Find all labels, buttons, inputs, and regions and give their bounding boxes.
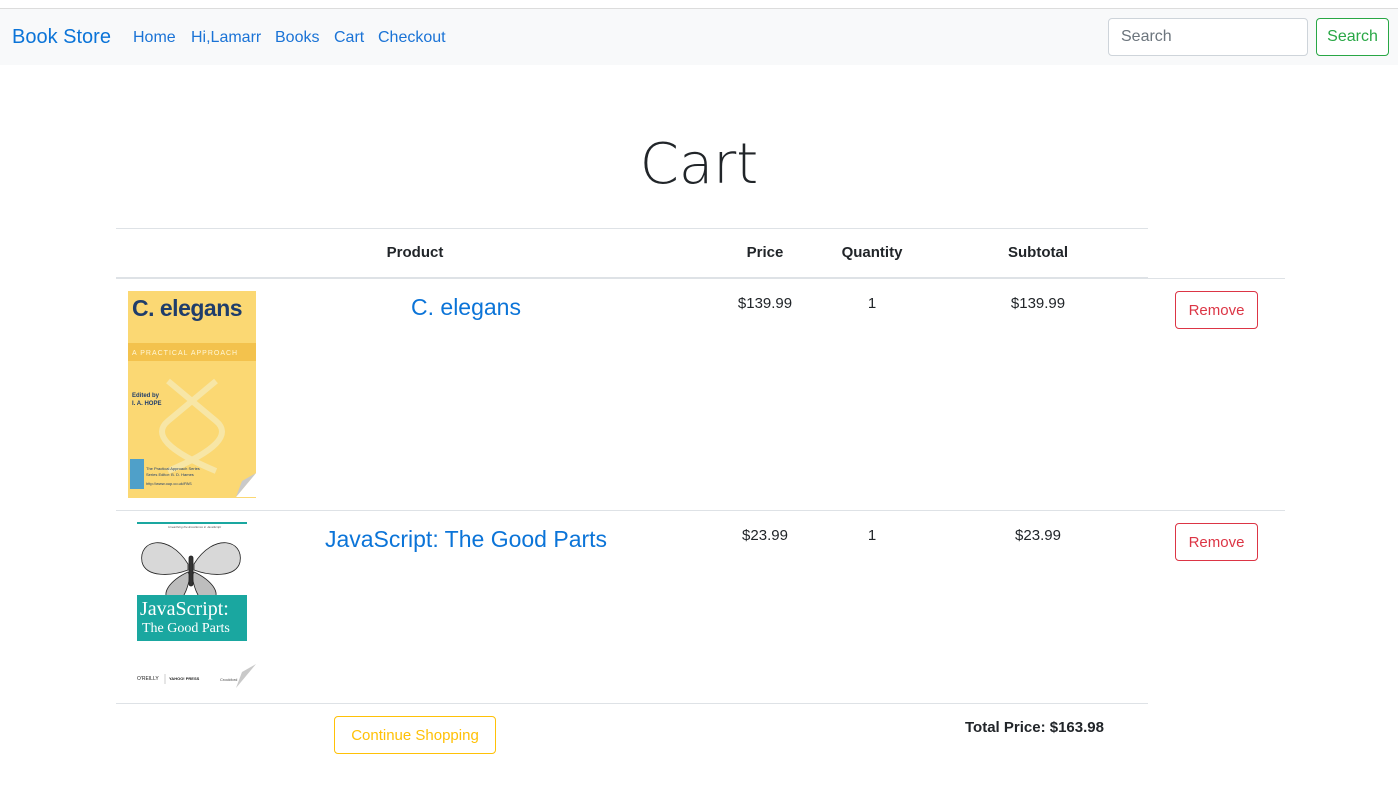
- quantity: 1: [867, 295, 877, 312]
- book-cover-c-elegans[interactable]: C. elegans A PRACTICAL APPROACH Edited b…: [128, 291, 256, 498]
- navbar: Book Store Home Hi,Lamarr Books Cart Che…: [0, 9, 1398, 65]
- subtotal: $23.99: [1015, 527, 1061, 544]
- header-product: Product: [386, 244, 444, 261]
- cover-publisher: O'REILLY: [137, 676, 159, 682]
- nav-user-greeting[interactable]: Hi,Lamarr: [191, 29, 261, 47]
- book-cover-javascript[interactable]: Unearthing the Excellence in JavaScript …: [128, 522, 256, 690]
- nav-books[interactable]: Books: [275, 29, 319, 47]
- header-divider: [116, 277, 1148, 279]
- page-title: Cart: [639, 132, 759, 197]
- cover-tagline: Unearthing the Excellence in JavaScript: [168, 525, 222, 529]
- subtotal: $139.99: [1010, 295, 1066, 312]
- continue-shopping-button[interactable]: Continue Shopping: [334, 716, 496, 754]
- header-quantity: Quantity: [841, 244, 903, 261]
- table-top-divider: [116, 228, 1148, 229]
- cover-series: The Practical Approach Series: [146, 466, 200, 471]
- product-link-javascript[interactable]: JavaScript: The Good Parts: [325, 526, 607, 553]
- table-bottom-divider: [116, 703, 1148, 704]
- nav-checkout[interactable]: Checkout: [378, 29, 446, 47]
- total-price: Total Price: $163.98: [965, 719, 1104, 736]
- cover-author: Crockford: [220, 677, 238, 682]
- product-link-c-elegans[interactable]: C. elegans: [411, 294, 521, 321]
- nav-cart[interactable]: Cart: [334, 29, 364, 47]
- cover-title-line2: The Good Parts: [142, 621, 230, 636]
- search-button[interactable]: Search: [1316, 18, 1389, 56]
- header-subtotal: Subtotal: [1008, 244, 1068, 261]
- cover-editor: I. A. HOPE: [132, 401, 162, 407]
- cover-copublisher: YAHOO! PRESS: [169, 676, 200, 681]
- search-input[interactable]: [1108, 18, 1308, 56]
- cover-title: C. elegans: [132, 295, 243, 321]
- quantity: 1: [867, 527, 877, 544]
- cover-title-line1: JavaScript:: [140, 598, 229, 620]
- price: $139.99: [737, 295, 793, 312]
- header-divider-ext: [1148, 278, 1285, 279]
- nav-home[interactable]: Home: [133, 29, 176, 47]
- cover-url: http://www.oup.co.uk/PAS: [146, 481, 192, 486]
- price: $23.99: [742, 527, 788, 544]
- cover-subtitle: A PRACTICAL APPROACH: [132, 350, 239, 357]
- brand-link[interactable]: Book Store: [12, 26, 111, 49]
- cover-series-editor: Series Editor: B. D. Hames: [146, 472, 194, 477]
- cover-editor-label: Edited by: [132, 393, 160, 399]
- remove-button[interactable]: Remove: [1175, 523, 1258, 561]
- row-divider: [116, 510, 1285, 511]
- remove-button[interactable]: Remove: [1175, 291, 1258, 329]
- header-price: Price: [746, 244, 784, 261]
